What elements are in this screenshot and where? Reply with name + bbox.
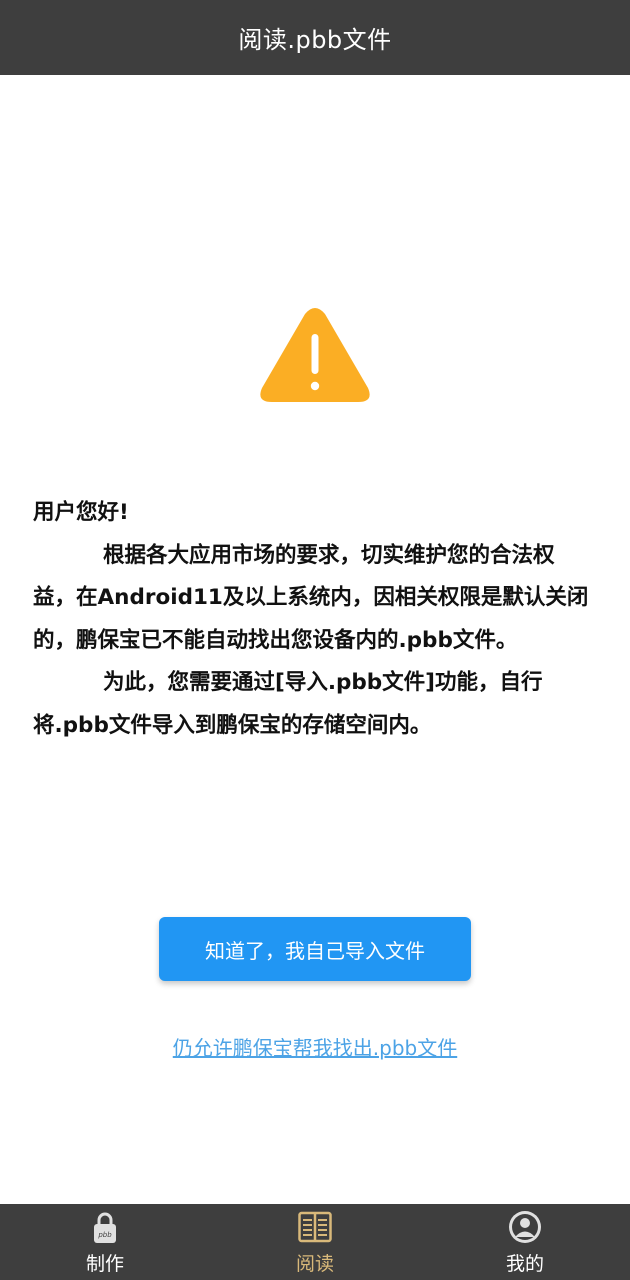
notice-paragraph-2: 为此，您需要通过[导入.pbb文件]功能，自行将.pbb文件导入到鹏保宝的存储空…	[33, 670, 543, 738]
book-icon	[298, 1211, 332, 1243]
page-title: 阅读.pbb文件	[238, 26, 392, 54]
greeting-text: 用户您好!	[33, 500, 129, 525]
lock-pbb-icon: pbb	[94, 1212, 116, 1243]
notice-message: 用户您好! 根据各大应用市场的要求，切实维护您的合法权益，在Android11及…	[33, 492, 593, 747]
allow-auto-find-link[interactable]: 仍允许鹏保宝帮我找出.pbb文件	[0, 1032, 630, 1061]
top-app-bar: 阅读.pbb文件	[0, 0, 630, 75]
svg-text:pbb: pbb	[97, 1231, 112, 1239]
nav-label-make: 制作	[85, 1253, 124, 1275]
warning-icon	[258, 306, 372, 406]
nav-item-mine[interactable]: 我的	[420, 1204, 630, 1280]
bottom-navigation: pbb 制作 阅读 我的	[0, 1204, 630, 1280]
import-myself-button[interactable]: 知道了，我自己导入文件	[159, 917, 471, 981]
user-avatar-icon	[509, 1211, 541, 1243]
nav-label-read: 阅读	[295, 1253, 334, 1275]
nav-item-read[interactable]: 阅读	[210, 1204, 420, 1280]
nav-item-make[interactable]: pbb 制作	[0, 1204, 210, 1280]
notice-paragraph-1: 根据各大应用市场的要求，切实维护您的合法权益，在Android11及以上系统内，…	[33, 542, 589, 653]
nav-label-mine: 我的	[505, 1253, 544, 1275]
